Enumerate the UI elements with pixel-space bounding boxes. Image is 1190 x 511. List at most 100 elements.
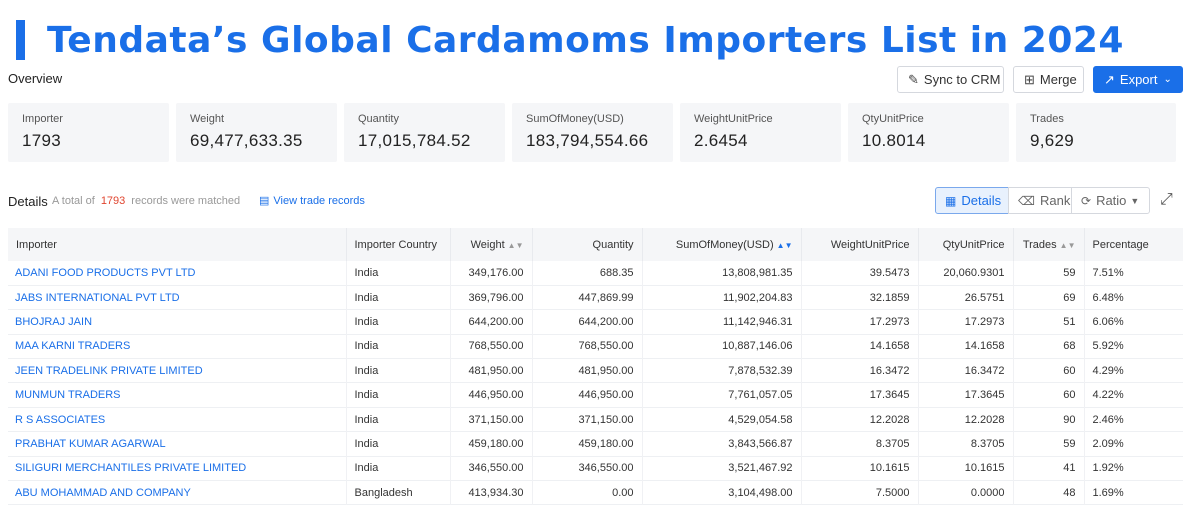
cell-qty-unit-price: 14.1658 (918, 334, 1014, 359)
card-value: 17,015,784.52 (358, 131, 471, 150)
export-icon: ↗ (1104, 71, 1115, 87)
column-header-label: Weight (470, 238, 505, 251)
cell-importer-country: Bangladesh (346, 480, 451, 505)
caret-down-icon: ▼ (1130, 195, 1140, 206)
cell-importer-country: India (346, 358, 451, 383)
column-header-label: SumOfMoney(USD) (675, 238, 774, 251)
cell-qty-unit-price: 8.3705 (918, 431, 1014, 457)
tab-ratio[interactable]: ⟳ Ratio ▼ (1071, 187, 1150, 214)
table-row: PRABHAT KUMAR AGARWAL India 459,180.00 459,… (8, 431, 1183, 457)
cell-importer-name[interactable]: ADANI FOOD PRODUCTS PVT LTD (8, 261, 347, 286)
table-row: MAA KARNI TRADERS India 768,550.00 768,550.… (8, 334, 1183, 359)
column-header: QtyUnitPrice (918, 228, 1014, 261)
cell-importer-country: India (346, 309, 451, 335)
card-label: SumOfMoney(USD) (526, 113, 624, 125)
ratio-icon: ⟳ (1081, 193, 1092, 208)
cell-weight: 644,200.00 (450, 309, 533, 335)
details-heading: Details (8, 194, 48, 209)
column-header-sortable[interactable]: SumOfMoney(USD) ▲▼ (642, 228, 802, 261)
card-value: 69,477,633.35 (190, 131, 303, 150)
tab-rank[interactable]: ⌫ Rank (1008, 187, 1072, 214)
export-button[interactable]: ↗ Export ⌄ (1093, 66, 1183, 93)
cell-quantity: 0.00 (532, 480, 643, 505)
summary-card-weight: Weight 69,477,633.35 (176, 103, 337, 162)
table-row: JABS INTERNATIONAL PVT LTD India 369,796.0… (8, 285, 1183, 310)
cell-trades: 48 (1013, 480, 1085, 505)
cell-quantity: 644,200.00 (532, 309, 643, 335)
sync-label: Sync to CRM (923, 72, 1001, 87)
importers-table: Importer Importer Country Weight ▲▼ Quant… (8, 228, 1183, 505)
cell-importer-country: India (346, 456, 451, 481)
cell-qty-unit-price: 20,060.9301 (918, 261, 1014, 286)
cell-quantity: 346,550.00 (532, 456, 643, 481)
cell-trades: 59 (1013, 261, 1085, 286)
tab-rank-label: Rank (1039, 193, 1071, 208)
cell-quantity: 768,550.00 (532, 334, 643, 359)
card-value: 2.6454 (694, 131, 748, 150)
summary-card-weight-unit-price: WeightUnitPrice 2.6454 (680, 103, 841, 162)
records-suffix: records were matched (131, 195, 241, 207)
sync-to-crm-button[interactable]: ✎ Sync to CRM (897, 66, 1004, 93)
cell-trades: 59 (1013, 431, 1085, 457)
cell-quantity: 447,869.99 (532, 285, 643, 310)
cell-percentage: 2.46% (1092, 413, 1124, 426)
cell-sum-of-money: 3,104,498.00 (642, 480, 802, 505)
card-value: 183,794,554.66 (526, 131, 649, 150)
table-row: JEEN TRADELINK PRIVATE LIMITED India 481,9… (8, 358, 1183, 383)
cell-importer-name[interactable]: MAA KARNI TRADERS (8, 334, 347, 359)
cell-weight-unit-price: 7.5000 (801, 480, 919, 505)
column-header: Quantity (532, 228, 643, 261)
summary-cards: Importer 1793 Weight 69,477,633.35 Quant… (8, 103, 1176, 162)
cell-qty-unit-price: 26.5751 (918, 285, 1014, 310)
cell-importer-name[interactable]: MUNMUN TRADERS (8, 382, 347, 408)
card-label: Trades (1030, 113, 1064, 125)
page-title: Tendata’s Global Cardamoms Importers Lis… (47, 19, 1124, 61)
column-header-sortable[interactable]: Trades ▲▼ (1013, 228, 1085, 261)
cell-importer-name[interactable]: R S ASSOCIATES (8, 407, 347, 432)
table-body: ADANI FOOD PRODUCTS PVT LTD India 349,176.… (8, 261, 1183, 505)
fullscreen-icon[interactable]: ⤢ (1160, 191, 1173, 209)
cell-weight-unit-price: 10.1615 (801, 456, 919, 481)
cell-weight: 371,150.00 (450, 407, 533, 432)
column-header: WeightUnitPrice (801, 228, 919, 261)
tab-details[interactable]: ▦ Details (935, 187, 1009, 214)
cell-sum-of-money: 3,521,467.92 (642, 456, 802, 481)
cell-importer-name[interactable]: JABS INTERNATIONAL PVT LTD (8, 285, 347, 310)
cell-importer-name[interactable]: JEEN TRADELINK PRIVATE LIMITED (8, 358, 347, 383)
cell-weight-unit-price: 16.3472 (801, 358, 919, 383)
cell-weight: 446,950.00 (450, 382, 533, 408)
cell-sum-of-money: 7,878,532.39 (642, 358, 802, 383)
table-header-row: Importer Importer Country Weight ▲▼ Quant… (8, 228, 1183, 261)
column-header: Percentage (1092, 238, 1149, 251)
cell-qty-unit-price: 10.1615 (918, 456, 1014, 481)
merge-button[interactable]: ⊞ Merge (1013, 66, 1084, 93)
cell-qty-unit-price: 16.3472 (918, 358, 1014, 383)
cell-importer-name[interactable]: SILIGURI MERCHANTILES PRIVATE LIMITED (8, 456, 347, 481)
cell-importer-country: India (346, 382, 451, 408)
cell-percentage: 1.69% (1092, 486, 1124, 499)
sort-icon: ▲▼ (776, 240, 793, 250)
cell-importer-name[interactable]: ABU MOHAMMAD AND COMPANY (8, 480, 347, 505)
cell-percentage: 6.48% (1092, 291, 1124, 304)
cell-percentage: 6.06% (1092, 315, 1124, 328)
cell-trades: 68 (1013, 334, 1085, 359)
records-matched-info: A total of 1793 records were matched (52, 195, 240, 207)
cell-weight: 349,176.00 (450, 261, 533, 286)
cell-sum-of-money: 11,142,946.31 (642, 309, 802, 335)
column-header-sortable[interactable]: Weight ▲▼ (450, 228, 533, 261)
cell-sum-of-money: 3,843,566.87 (642, 431, 802, 457)
cell-sum-of-money: 10,887,146.06 (642, 334, 802, 359)
banner-accent-bar (16, 20, 25, 60)
cell-importer-name[interactable]: PRABHAT KUMAR AGARWAL (8, 431, 347, 457)
view-trade-records-link[interactable]: ▤ View trade records (259, 194, 365, 207)
cell-quantity: 459,180.00 (532, 431, 643, 457)
cell-weight-unit-price: 14.1658 (801, 334, 919, 359)
cell-weight: 346,550.00 (450, 456, 533, 481)
tab-details-label: Details (961, 193, 1002, 208)
cell-importer-name[interactable]: BHOJRAJ JAIN (8, 309, 347, 335)
cell-weight: 369,796.00 (450, 285, 533, 310)
table-row: MUNMUN TRADERS India 446,950.00 446,950.00 7… (8, 382, 1183, 408)
merge-label: Merge (1039, 72, 1077, 87)
cell-weight-unit-price: 32.1859 (801, 285, 919, 310)
grid-icon: ⊞ (1024, 71, 1035, 87)
